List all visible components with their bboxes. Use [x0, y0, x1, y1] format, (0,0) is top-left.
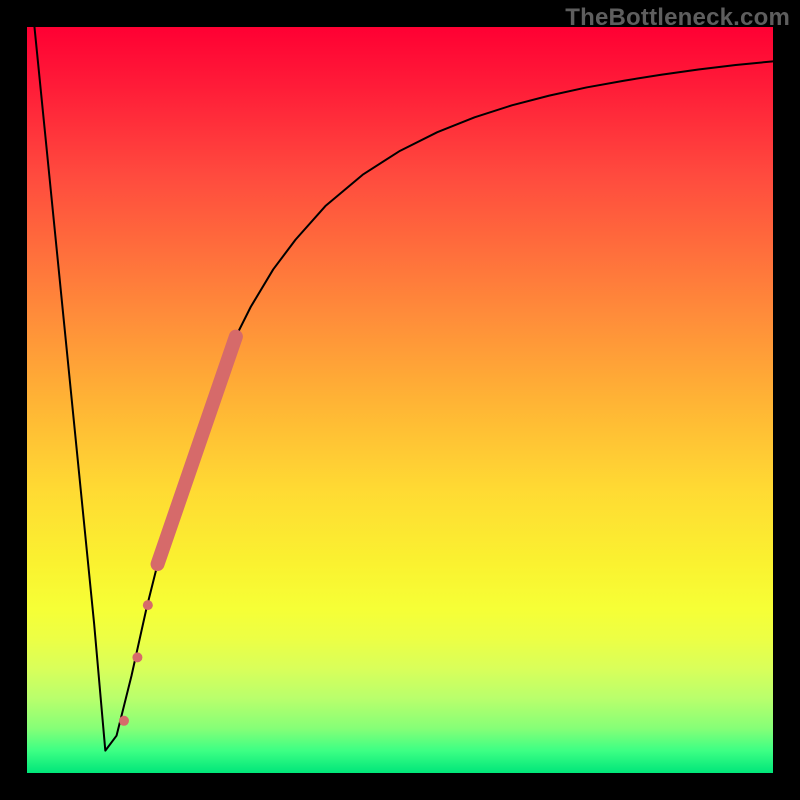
- highlight-dot: [132, 652, 142, 662]
- chart-frame: TheBottleneck.com: [0, 0, 800, 800]
- bottleneck-curve: [34, 27, 773, 751]
- watermark-text: TheBottleneck.com: [565, 4, 790, 32]
- highlight-dot: [143, 600, 153, 610]
- plot-area: [27, 27, 773, 773]
- curve-layer: [27, 27, 773, 773]
- highlight-segment: [158, 337, 236, 565]
- highlight-dot: [119, 716, 129, 726]
